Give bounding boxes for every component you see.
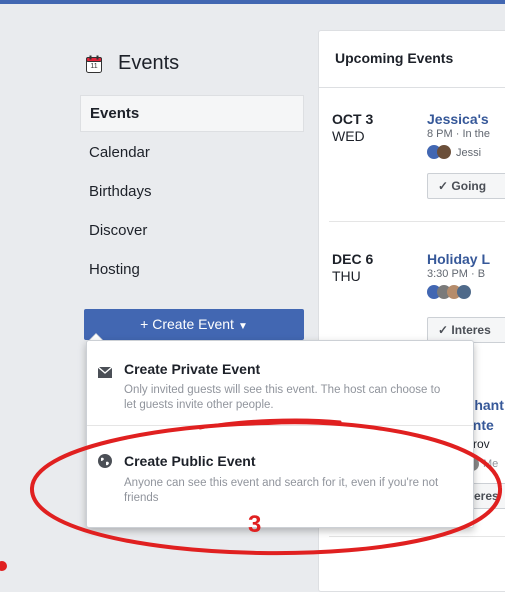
divider xyxy=(329,536,505,537)
event-guests: Me xyxy=(483,458,499,470)
event-date: DEC 6 xyxy=(332,251,374,267)
top-nav-bar xyxy=(0,0,505,4)
guest-avatar xyxy=(457,285,471,299)
divider xyxy=(329,221,505,222)
sidebar-item-discover[interactable]: Discover xyxy=(80,212,304,251)
events-header: 11 Events xyxy=(86,52,179,75)
event-guests: Jessi xyxy=(456,147,482,159)
event-title-link[interactable]: Holiday L xyxy=(427,251,490,267)
event-day: WED xyxy=(332,128,365,144)
check-icon: ✓ xyxy=(438,179,449,193)
create-private-event-label: Create Private Event xyxy=(124,361,261,377)
event-day: THU xyxy=(332,268,361,284)
event-date: OCT 3 xyxy=(332,111,374,127)
sidebar-item-birthdays[interactable]: Birthdays xyxy=(80,173,304,212)
going-button[interactable]: ✓ Going xyxy=(427,173,505,199)
event-meta: 3:30 PM · B xyxy=(427,268,486,280)
event-title-link[interactable]: Jessica's xyxy=(427,111,489,127)
interested-label: Interes xyxy=(451,323,491,337)
create-public-event-option[interactable]: Create Public Event Anyone can see this … xyxy=(87,426,473,526)
interested-label: teres xyxy=(470,489,499,503)
calendar-icon: 11 xyxy=(86,55,102,73)
sidebar-item-calendar[interactable]: Calendar xyxy=(80,134,304,173)
create-private-event-description: Only invited guests will see this event.… xyxy=(124,384,441,411)
annotation-dot xyxy=(0,561,7,571)
card-divider xyxy=(319,87,505,88)
sidebar-item-hosting[interactable]: Hosting xyxy=(80,251,304,290)
create-public-event-label: Create Public Event xyxy=(124,453,256,469)
check-icon: ✓ xyxy=(438,323,449,337)
create-event-button[interactable]: + Create Event ▼ xyxy=(84,309,304,340)
create-event-label: + Create Event xyxy=(140,316,234,332)
envelope-icon xyxy=(97,365,113,383)
create-event-dropdown: Create Private Event Only invited guests… xyxy=(86,340,474,528)
sidebar-nav: Events Calendar Birthdays Discover Hosti… xyxy=(80,95,304,290)
globe-icon xyxy=(98,454,112,473)
calendar-icon-day: 11 xyxy=(90,62,98,70)
event-meta: 8 PM · In the xyxy=(427,128,490,140)
going-label: Going xyxy=(451,179,487,193)
upcoming-events-title: Upcoming Events xyxy=(335,50,454,66)
create-public-event-description: Anyone can see this event and search for… xyxy=(124,477,439,504)
annotation-number: 3 xyxy=(248,511,262,538)
create-private-event-option[interactable]: Create Private Event Only invited guests… xyxy=(87,341,473,425)
sidebar-item-events[interactable]: Events xyxy=(80,95,304,132)
caret-down-icon: ▼ xyxy=(237,321,248,332)
guest-avatar xyxy=(437,145,451,159)
page-title: Events xyxy=(118,52,180,74)
